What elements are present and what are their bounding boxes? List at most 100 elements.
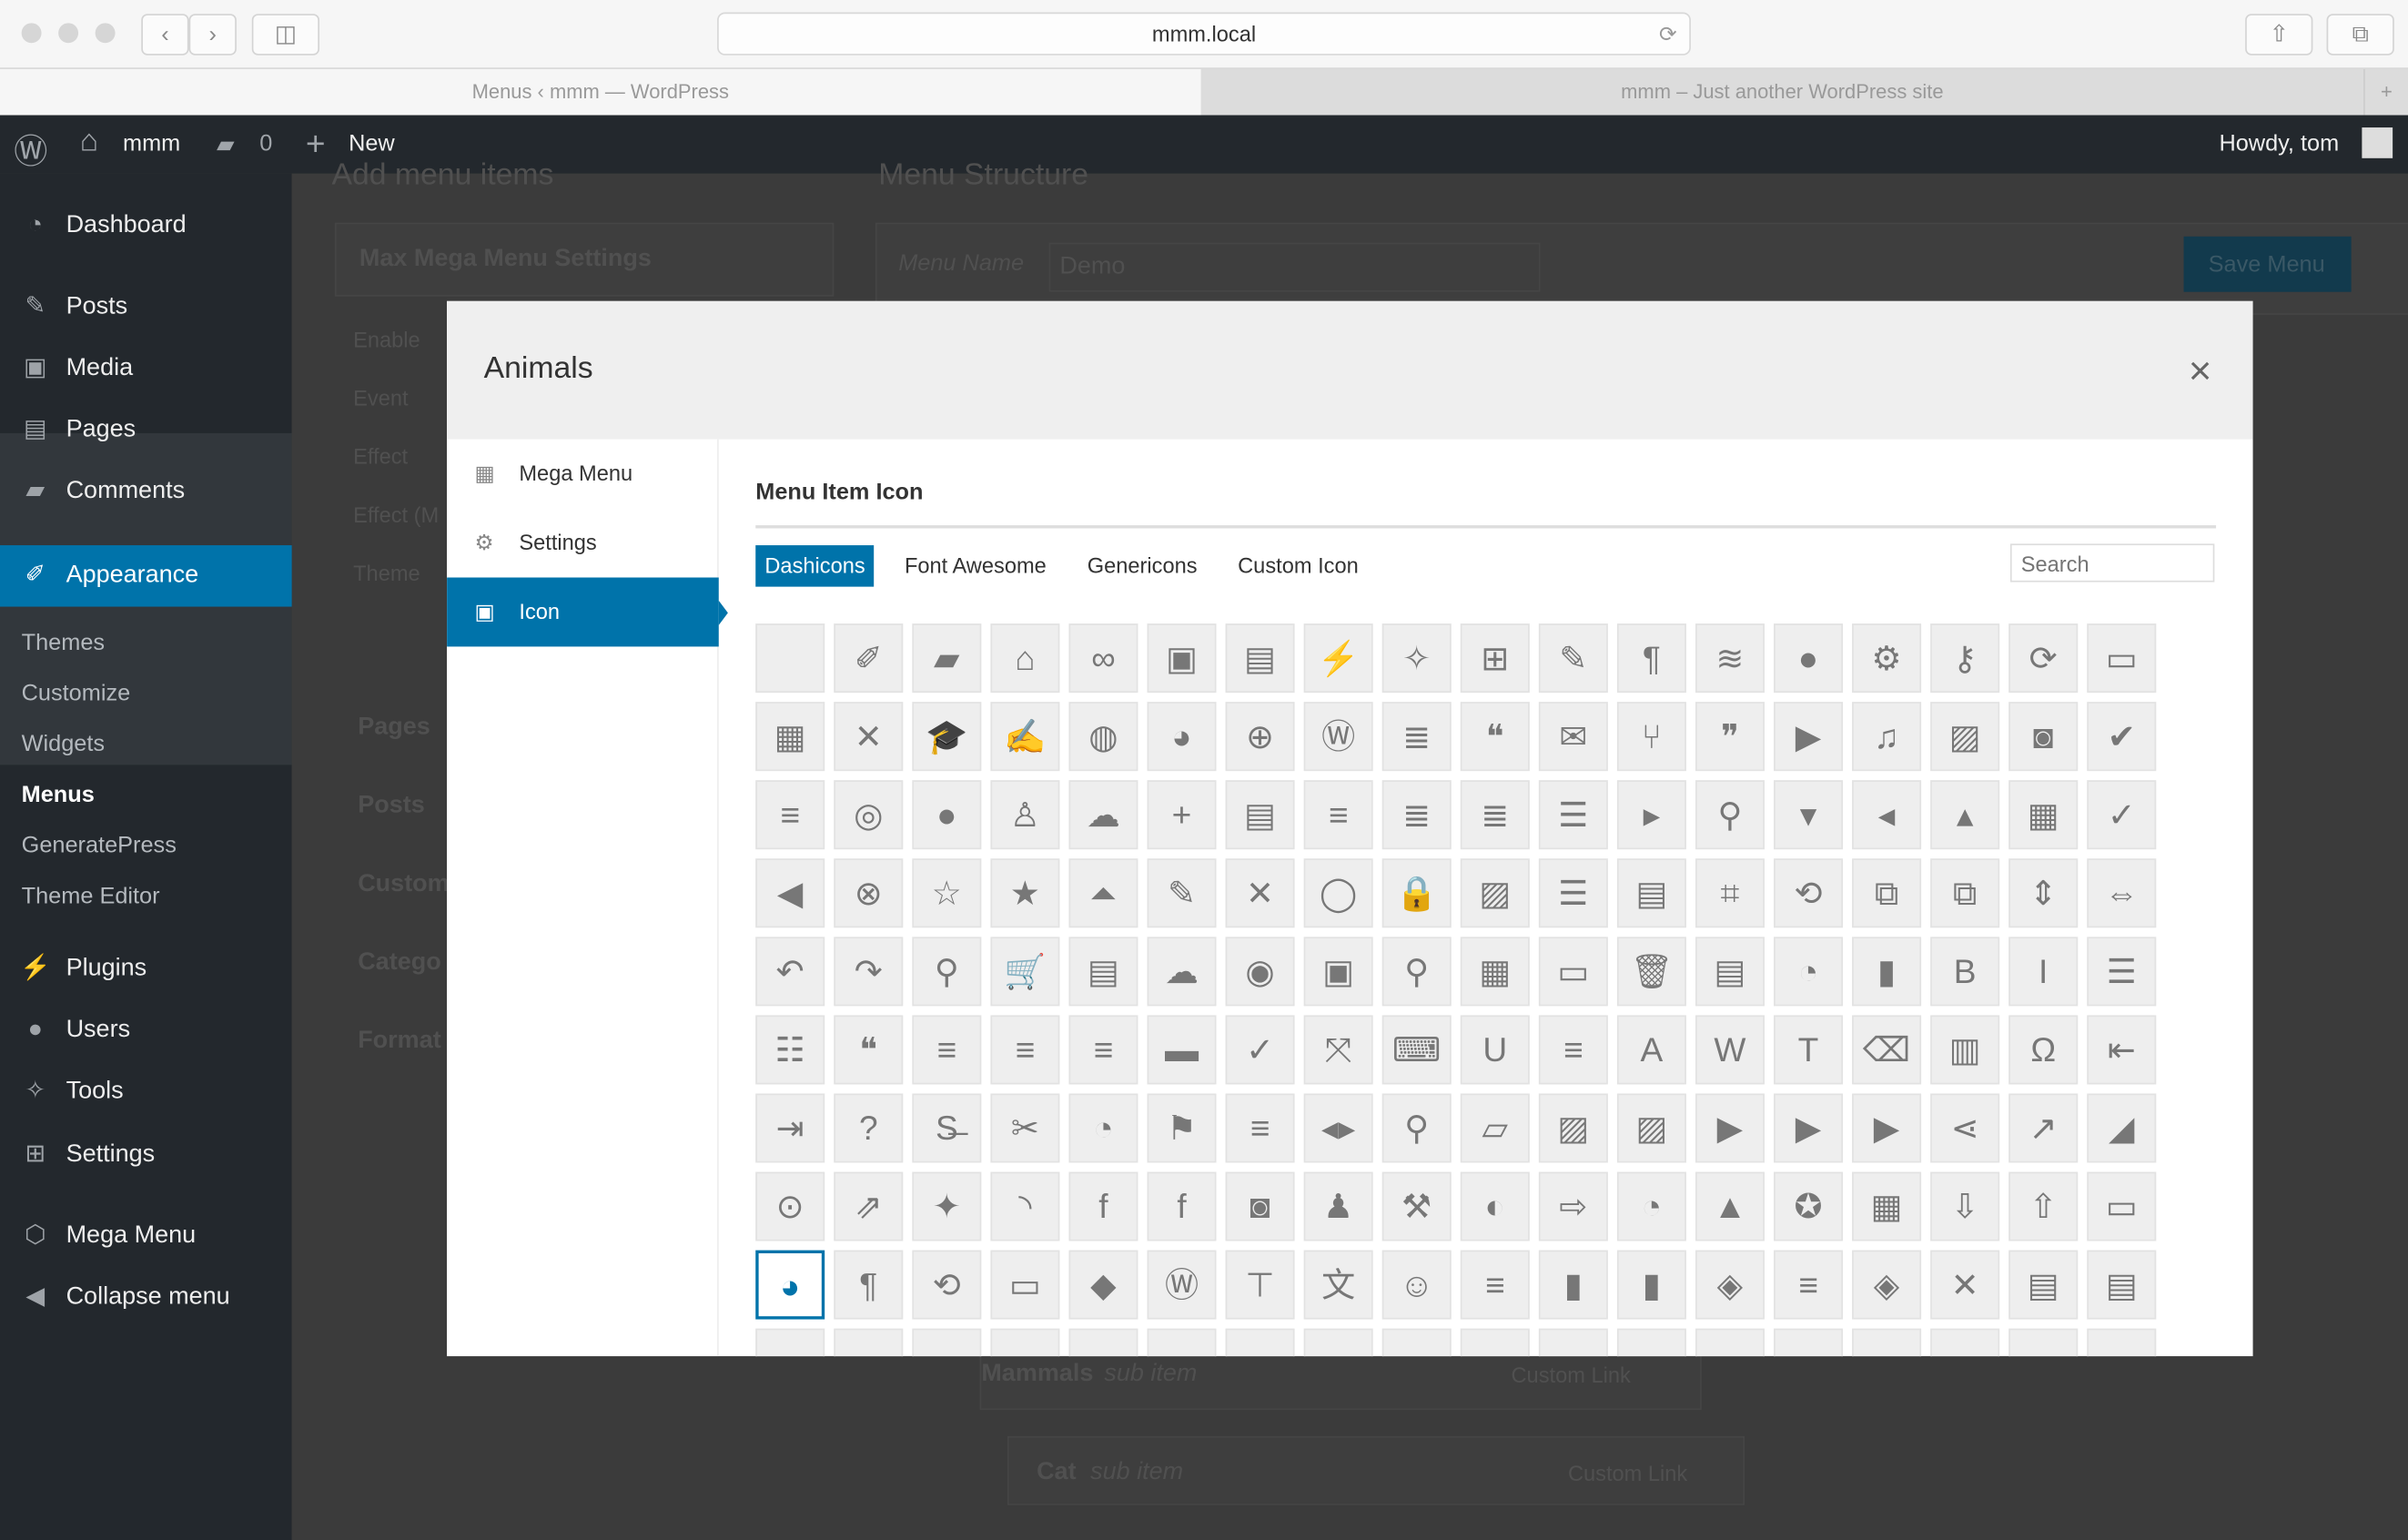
icon-option[interactable] [1147,1328,1217,1357]
arrow-left-icon[interactable]: ◂ [1852,780,1922,850]
sidebar-item-collapse-menu[interactable]: ◀ Collapse menu [0,1271,292,1326]
icon-tab-custom-icon[interactable]: Custom Icon [1229,545,1368,587]
admin-home-icon[interactable]: ⌂ [990,623,1060,694]
format-video-icon[interactable]: ▶ [1774,702,1843,772]
welcome-widgets-menus-icon[interactable]: ▦ [755,702,825,772]
format-aside-icon[interactable]: ≣ [1381,702,1452,772]
share-button[interactable]: ⇧ [2245,14,2313,56]
image-flip-vertical-icon[interactable]: ⇕ [2008,858,2079,928]
hammer-icon[interactable]: ⚒ [1381,1171,1452,1241]
rss-icon[interactable]: ◝ [990,1171,1060,1241]
video-alt2-icon[interactable]: ▶ [1774,1093,1843,1163]
screenoptions-icon[interactable]: ▭ [2087,623,2157,694]
editor-italic-icon[interactable]: I [2008,937,2079,1007]
welcome-write-blog-icon[interactable]: ✍ [990,702,1060,772]
sidebar-toggle-button[interactable]: ◫ [251,14,319,56]
reload-icon[interactable]: ⟳ [1659,14,1677,56]
welcome-add-page-icon[interactable]: ▤ [1225,780,1295,850]
upload-icon[interactable]: ⇧ [2008,1171,2079,1241]
images-alt2-icon[interactable]: ▨ [1616,1093,1686,1163]
dialog-nav-icon[interactable]: ▣ Icon [447,577,728,647]
yes-icon[interactable]: ✓ [2087,780,2157,850]
smiley-icon[interactable]: ☺ [1381,1250,1452,1320]
facebook-alt-icon[interactable]: f [1147,1171,1217,1241]
editor-paste-text-icon[interactable]: T [1774,1015,1843,1085]
editor-bold-icon[interactable]: B [1930,937,2000,1007]
products-icon[interactable]: ▲ [1695,1171,1765,1241]
editor-alignleft-icon[interactable]: ≡ [912,1015,982,1085]
sidebar-item-tools[interactable]: ✧ Tools [0,1064,292,1120]
submenu-item-themes[interactable]: Themes [22,630,105,656]
icon-option[interactable] [834,1328,904,1357]
sidebar-item-plugins[interactable]: ⚡ Plugins [0,941,292,997]
forms-icon[interactable]: ▦ [1852,1171,1922,1241]
video-alt-icon[interactable]: ▶ [1695,1093,1765,1163]
admin-network-icon[interactable]: ⚷ [1930,623,2000,694]
editor-strikethrough-icon[interactable]: S̶ [912,1093,982,1163]
images-alt-icon[interactable]: ▨ [1538,1093,1608,1163]
icon-search-input[interactable] [2009,543,2215,583]
icon-tab-genericons[interactable]: Genericons [1078,545,1207,587]
admin-post-icon[interactable]: ✎ [1538,623,1608,694]
icon-option[interactable] [1068,1328,1138,1357]
download-icon[interactable]: ⇩ [1930,1171,2000,1241]
address-bar[interactable]: mmm.local ⟳ [717,12,1691,56]
editor-expand-icon[interactable]: ⤧ [1303,1015,1373,1085]
lock-icon[interactable]: 🔒 [1381,858,1452,928]
submenu-item-customize[interactable]: Customize [22,681,131,707]
comments-count[interactable]: 0 [259,130,272,157]
no-icon[interactable]: ✕ [1225,858,1295,928]
redo-icon[interactable]: ↷ [834,937,904,1007]
admin-appearance-icon[interactable]: ✐ [834,623,904,694]
camera-alt-icon[interactable]: ◙ [1225,1171,1295,1241]
image-flip-horizontal-icon[interactable]: ⇔ [2087,858,2157,928]
update-icon[interactable]: ⟳ [2008,623,2079,694]
sidebar-item-settings[interactable]: ⊞ Settings [0,1128,292,1183]
shield-alt-icon[interactable]: ◈ [1695,1250,1765,1320]
camera-icon[interactable]: ◙ [2008,702,2079,772]
admin-site-alt-icon[interactable]: ◍ [1068,702,1138,772]
wordpress-logo-icon[interactable]: Ⓦ [14,125,47,174]
trash-icon[interactable]: 🗑 [1616,937,1686,1007]
close-window-button[interactable] [21,23,42,44]
admin-media-icon[interactable]: ▣ [1147,623,1217,694]
menu-alt-icon[interactable]: ≡ [1460,1250,1530,1320]
arrow-left-alt-icon[interactable]: ◀ [755,858,825,928]
wordpress-icon[interactable]: Ⓦ [1303,702,1373,772]
flag-icon[interactable]: ⚑ [1147,1093,1217,1163]
vault-icon[interactable]: ▣ [1303,937,1373,1007]
admin-customizer-icon[interactable]: ≋ [1695,623,1765,694]
no-alt-icon[interactable]: ✕ [1930,1250,2000,1320]
shield-icon[interactable]: ◈ [1852,1250,1922,1320]
icon-option[interactable] [1695,1328,1765,1357]
chart-line-icon[interactable]: ↗ [2008,1093,2079,1163]
user-icon[interactable]: ● [912,780,982,850]
sidebar-item-users[interactable]: ● Users [0,1003,292,1059]
editor-outdent-icon[interactable]: ⇤ [2087,1015,2157,1085]
twitter-icon[interactable]: ✦ [912,1171,982,1241]
editor-unlink-icon[interactable]: ✂ [990,1093,1060,1163]
groups-icon[interactable]: ♟ [1303,1171,1373,1241]
editor-justify-icon[interactable]: ≡ [1538,1015,1608,1085]
dismiss-comment-icon[interactable]: ✕ [834,702,904,772]
feedback-icon[interactable]: ▤ [1068,937,1138,1007]
chart-pie-icon[interactable]: ◔ [1774,937,1843,1007]
icon-option[interactable] [990,1328,1060,1357]
icon-option[interactable] [755,1328,825,1357]
submenu-item-menus[interactable]: Menus [22,782,95,808]
dialog-nav-settings[interactable]: ⚙ Settings [447,509,719,578]
new-link[interactable]: New [349,130,395,157]
admin-site-icon[interactable]: ◕ [755,1250,825,1320]
format-image-icon[interactable]: ▨ [1930,702,2000,772]
editor-customchar-icon[interactable]: Ω [2008,1015,2079,1085]
calendar-icon[interactable]: ▦ [2008,780,2079,850]
accordion-panel[interactable]: Pages [358,714,430,742]
tab-menus[interactable]: Menus ‹ mmm — WordPress [0,68,1201,116]
submenu-item-generatepress[interactable]: GeneratePress [22,833,177,859]
editor-spellcheck-icon[interactable]: ✓ [1225,1015,1295,1085]
businessperson-icon[interactable]: ♙ [990,780,1060,850]
translation-icon[interactable]: 文 [1303,1250,1373,1320]
editor-removeformatting-icon[interactable]: ⌫ [1852,1015,1922,1085]
tabs-overview-button[interactable]: ⧉ [2326,14,2394,56]
book-alt-icon[interactable]: ▮ [1616,1250,1686,1320]
